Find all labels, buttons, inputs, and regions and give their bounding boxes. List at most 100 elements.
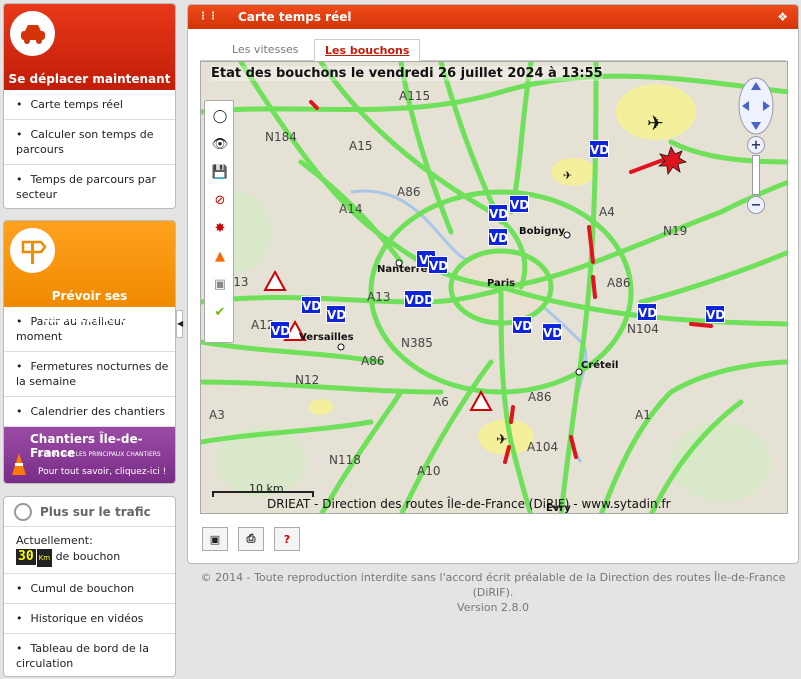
dots-icon: ⋮⋮	[198, 11, 218, 22]
road-n118-s: N118	[329, 453, 361, 467]
cone-icon	[8, 451, 30, 477]
traffic-header: Plus sur le trafic	[4, 497, 175, 527]
road-a4: N104	[627, 322, 659, 336]
check-icon[interactable]: ✔	[209, 301, 231, 323]
svg-text:✈: ✈	[496, 432, 508, 448]
version: Version 2.8.0	[457, 601, 529, 614]
vd-marker[interactable]: VD	[488, 228, 508, 246]
traffic-box: Plus sur le trafic Actuellement: 30 Km de…	[3, 496, 176, 677]
city-paris: Paris	[487, 278, 516, 289]
expand-icon[interactable]: ❖	[777, 5, 788, 29]
map-actions: ▣ ⎙ ?	[202, 527, 300, 551]
main-panel: ⋮⋮ Carte temps réel ❖ Les vitesses Les b…	[187, 4, 799, 564]
road-a15: A15	[349, 139, 373, 153]
road-n118: N385	[401, 336, 433, 350]
vd-marker[interactable]: VD	[488, 204, 508, 222]
pan-control[interactable]	[737, 76, 775, 136]
road-a3: A4	[599, 205, 615, 219]
chantiers-banner[interactable]: Chantiers Île-de-France L'INFO SUR LES P…	[4, 427, 175, 483]
city-versailles: Versailles	[299, 332, 354, 343]
scale-label: 10 km	[249, 482, 284, 495]
collapse-handle[interactable]: ◀	[176, 310, 183, 338]
plan-title: Prévoir ses déplacements	[42, 289, 137, 325]
zoom-out-button[interactable]: −	[747, 196, 765, 214]
print-button[interactable]: ⎙	[238, 527, 264, 551]
road-n184: N184	[265, 130, 297, 144]
move-now-box: Se déplacer maintenant Carte temps réel …	[3, 3, 176, 209]
road-a10: A10	[417, 464, 441, 478]
traffic-map[interactable]: ✈ ✈ ✈ Etat des bouchons le vendredi 26 j…	[200, 61, 788, 514]
road-a86-w: A86	[361, 354, 385, 368]
move-now-header: Se déplacer maintenant	[4, 4, 175, 90]
zoom-in-button[interactable]: +	[747, 136, 765, 154]
menu-item-fermetures[interactable]: Fermetures nocturnes de la semaine	[4, 352, 175, 397]
fullscreen-button[interactable]: ▣	[202, 527, 228, 551]
road-a104: N19	[663, 224, 688, 238]
road-n19: A1	[635, 408, 651, 422]
vd-marker[interactable]: VDD	[404, 290, 434, 308]
menu-item-carte[interactable]: Carte temps réel	[4, 90, 175, 120]
jam-km-unit: Km	[36, 549, 53, 567]
menu-item-calculer[interactable]: Calculer son temps de parcours	[4, 120, 175, 165]
main-header: ⋮⋮ Carte temps réel ❖	[188, 5, 798, 29]
plan-header: Prévoir ses déplacements	[4, 221, 175, 325]
road-a6: A104	[527, 440, 559, 454]
menu-item-historique[interactable]: Historique en vidéos	[4, 604, 175, 634]
vd-marker[interactable]: VD	[542, 323, 562, 341]
road-n12: N12	[295, 373, 320, 387]
road-a86-s: A86	[528, 390, 552, 404]
vd-marker[interactable]: VD	[509, 195, 529, 213]
menu-item-calendrier[interactable]: Calendrier des chantiers	[4, 397, 175, 427]
map-select-tool[interactable]: ◯	[209, 105, 231, 127]
chantiers-subtitle: L'INFO SUR LES PRINCIPAUX CHANTIERS	[40, 451, 161, 458]
vd-marker[interactable]: VD	[637, 303, 657, 321]
closure-icon[interactable]: ▣	[209, 273, 231, 295]
traffic-currently-label: Actuellement:	[16, 534, 93, 547]
no-route-icon[interactable]: ⊘	[209, 189, 231, 211]
tab-bouchons[interactable]: Les bouchons	[314, 39, 421, 61]
traffic-title: Plus sur le trafic	[40, 505, 151, 519]
main-title: Carte temps réel	[238, 10, 352, 24]
signpost-icon	[10, 228, 55, 273]
road-a14: A14	[339, 202, 363, 216]
road-a86-e: A86	[607, 276, 631, 290]
move-now-title: Se déplacer maintenant	[8, 72, 171, 86]
tab-vitesses[interactable]: Les vitesses	[222, 39, 309, 61]
help-button[interactable]: ?	[274, 527, 300, 551]
map-toolbar: ◯ 👁 💾 ⊘ ✸ ▲ ▣ ✔	[204, 100, 234, 343]
jam-km-value: 30	[16, 549, 36, 565]
menu-item-tableau[interactable]: Tableau de bord de la circulation	[4, 634, 175, 676]
svg-text:✈: ✈	[647, 111, 664, 135]
jam-suffix: de bouchon	[55, 550, 121, 563]
menu-item-cumul[interactable]: Cumul de bouchon	[4, 574, 175, 604]
vd-marker[interactable]: VD	[428, 256, 448, 274]
vd-marker[interactable]: VD	[326, 305, 346, 323]
road-a13: A13	[367, 290, 391, 304]
car-icon	[10, 11, 55, 56]
cone-icon[interactable]: ▲	[209, 245, 231, 267]
zoom-slider[interactable]	[752, 155, 760, 195]
road-a86-n: A86	[397, 185, 421, 199]
vd-marker[interactable]: VD	[301, 296, 321, 314]
city-bobigny: Bobigny	[519, 226, 565, 237]
map-credit: DRIEAT - Direction des routes Île-de-Fra…	[267, 497, 671, 511]
footer: © 2014 - Toute reproduction interdite sa…	[187, 570, 799, 615]
view-star-icon[interactable]: 👁	[209, 133, 231, 155]
clock-icon	[14, 503, 32, 521]
zoom-control: + −	[747, 136, 765, 216]
copyright: © 2014 - Toute reproduction interdite sa…	[200, 571, 786, 599]
vd-marker[interactable]: VD	[512, 316, 532, 334]
road-n385: A6	[433, 395, 449, 409]
road-n10: A3	[209, 408, 225, 422]
accident-icon[interactable]: ✸	[209, 217, 231, 239]
traffic-current: Actuellement: 30 Km de bouchon	[4, 527, 175, 573]
chantiers-cta: Pour tout savoir, cliquez-ici !	[38, 467, 167, 477]
map-title: Etat des bouchons le vendredi 26 juillet…	[211, 66, 603, 81]
map-tabs: Les vitesses Les bouchons	[200, 39, 786, 61]
vd-marker[interactable]: VD	[589, 140, 609, 158]
vd-marker[interactable]: VD	[705, 305, 725, 323]
menu-item-secteur[interactable]: Temps de parcours par secteur	[4, 165, 175, 208]
vd-marker[interactable]: VD	[270, 321, 290, 339]
save-star-icon[interactable]: 💾	[209, 161, 231, 183]
road-a115: A115	[399, 89, 431, 103]
